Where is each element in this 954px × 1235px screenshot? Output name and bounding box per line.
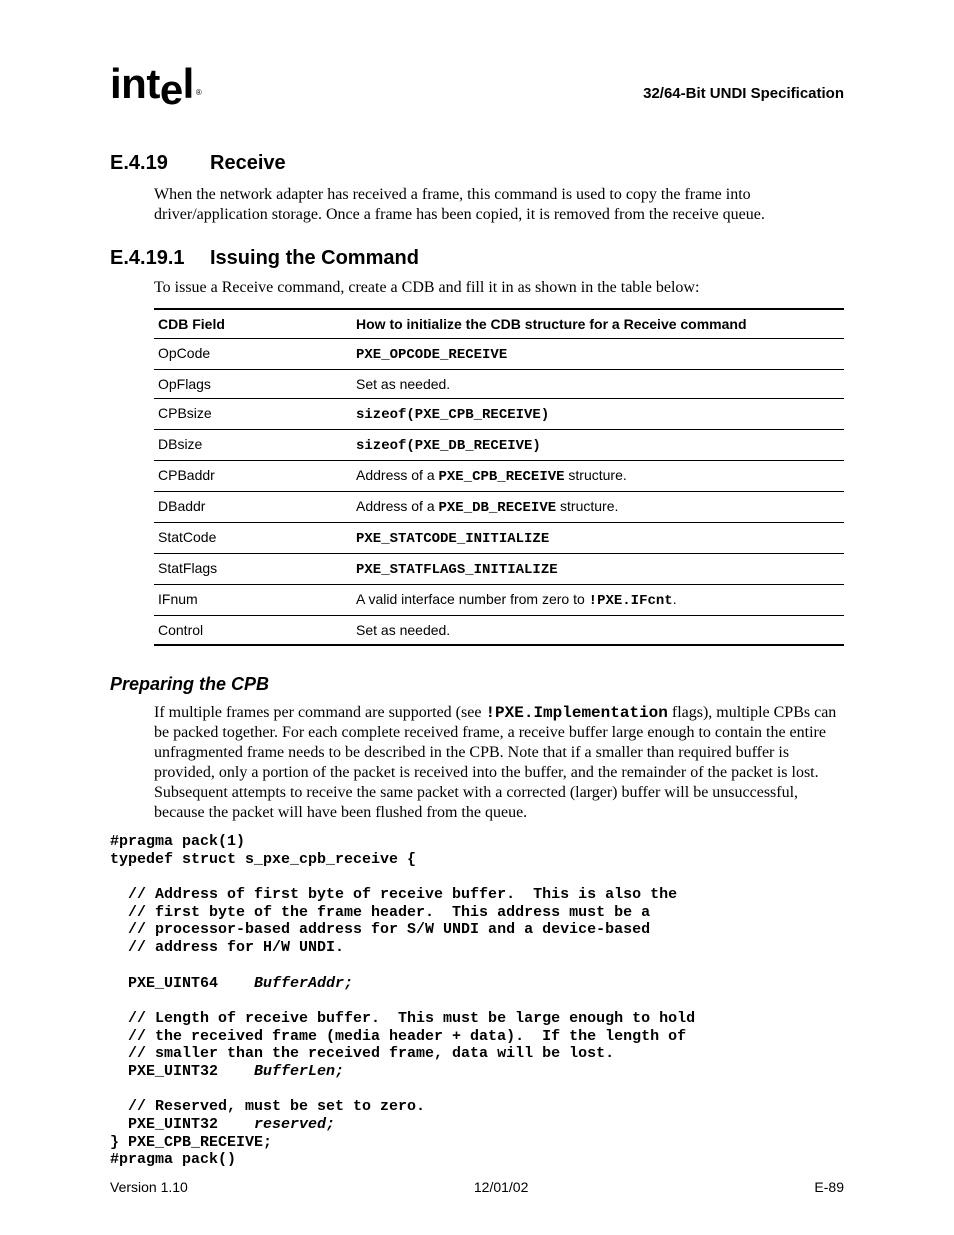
table-row: IFnumA valid interface number from zero … [154,585,844,616]
section-para: When the network adapter has received a … [154,185,844,225]
table-cell-field: IFnum [154,585,352,616]
code-block: #pragma pack(1) typedef struct s_pxe_cpb… [110,833,844,1169]
code-ref-pxe-implementation: !PXE.Implementation [485,704,667,722]
section-number: E.4.19 [110,152,210,175]
cdb-table-body: OpCodePXE_OPCODE_RECEIVEOpFlagsSet as ne… [154,339,844,646]
page-footer: Version 1.10 12/01/02 E-89 [110,1179,844,1195]
table-row: CPBaddrAddress of a PXE_CPB_RECEIVE stru… [154,461,844,492]
table-cell-value: Set as needed. [352,616,844,646]
table-cell-value: sizeof(PXE_CPB_RECEIVE) [352,399,844,430]
table-cell-field: OpFlags [154,370,352,399]
para-text: If multiple frames per command are suppo… [154,704,485,721]
footer-version: Version 1.10 [110,1179,188,1195]
subsection-para: To issue a Receive command, create a CDB… [154,278,844,298]
section-title: Receive [210,152,286,174]
table-cell-field: CPBsize [154,399,352,430]
table-cell-value: PXE_OPCODE_RECEIVE [352,339,844,370]
subheading-preparing-cpb: Preparing the CPB [110,674,844,695]
subsection-title: Issuing the Command [210,247,419,269]
table-header-field: CDB Field [154,309,352,339]
table-row: OpFlagsSet as needed. [154,370,844,399]
footer-page-number: E-89 [814,1179,844,1195]
preparing-cpb-para: If multiple frames per command are suppo… [154,703,844,823]
table-row: DBsizesizeof(PXE_DB_RECEIVE) [154,430,844,461]
subsection-heading-issuing: E.4.19.1Issuing the Command [110,247,844,270]
table-header-howto: How to initialize the CDB structure for … [352,309,844,339]
table-cell-value: Set as needed. [352,370,844,399]
cdb-table: CDB Field How to initialize the CDB stru… [154,308,844,646]
footer-date: 12/01/02 [474,1179,529,1195]
table-cell-field: CPBaddr [154,461,352,492]
doc-title: 32/64-Bit UNDI Specification [643,85,844,102]
table-cell-field: OpCode [154,339,352,370]
table-cell-field: DBaddr [154,492,352,523]
table-row: OpCodePXE_OPCODE_RECEIVE [154,339,844,370]
page-header: intel® 32/64-Bit UNDI Specification [110,60,844,108]
table-cell-field: Control [154,616,352,646]
table-cell-value: PXE_STATFLAGS_INITIALIZE [352,554,844,585]
table-cell-value: A valid interface number from zero to !P… [352,585,844,616]
table-cell-value: Address of a PXE_CPB_RECEIVE structure. [352,461,844,492]
intel-logo: intel® [110,60,199,108]
page: intel® 32/64-Bit UNDI Specification E.4.… [0,0,954,1235]
table-row: CPBsizesizeof(PXE_CPB_RECEIVE) [154,399,844,430]
subsection-number: E.4.19.1 [110,247,210,270]
section-heading-receive: E.4.19Receive [110,152,844,175]
table-cell-value: PXE_STATCODE_INITIALIZE [352,523,844,554]
table-cell-field: StatCode [154,523,352,554]
table-cell-value: Address of a PXE_DB_RECEIVE structure. [352,492,844,523]
table-row: StatFlagsPXE_STATFLAGS_INITIALIZE [154,554,844,585]
table-row: DBaddrAddress of a PXE_DB_RECEIVE struct… [154,492,844,523]
table-cell-value: sizeof(PXE_DB_RECEIVE) [352,430,844,461]
table-row: ControlSet as needed. [154,616,844,646]
table-cell-field: DBsize [154,430,352,461]
table-row: StatCodePXE_STATCODE_INITIALIZE [154,523,844,554]
table-cell-field: StatFlags [154,554,352,585]
